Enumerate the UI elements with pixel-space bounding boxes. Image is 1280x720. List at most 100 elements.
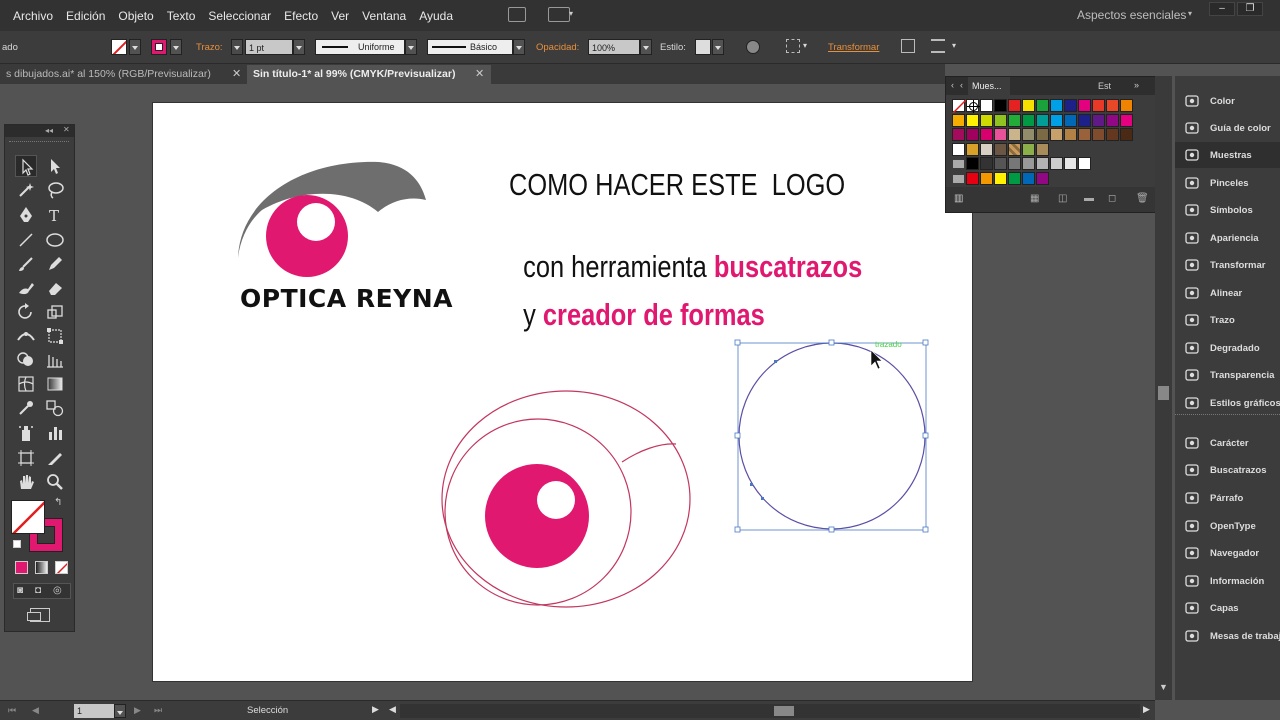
rotate-tool-icon[interactable] [15, 301, 37, 323]
dock-item-symbols[interactable]: Símbolos [1175, 197, 1280, 223]
color-mode-icon[interactable] [15, 561, 28, 574]
first-artboard-icon[interactable]: ⏮ [8, 705, 16, 716]
swatch[interactable] [1064, 128, 1077, 141]
dock-item-stroke[interactable]: Trazo [1175, 307, 1280, 333]
swatch[interactable] [1106, 113, 1119, 127]
swatch-options-icon[interactable]: ◫ [1058, 193, 1067, 204]
swatch[interactable] [1036, 171, 1049, 185]
gradient-mode-icon[interactable] [35, 561, 48, 574]
artboard-tool-icon[interactable] [15, 447, 37, 469]
pencil-tool-icon[interactable] [44, 253, 66, 275]
eyelid-curve[interactable] [621, 443, 677, 463]
drawing-pupil-highlight[interactable] [537, 481, 575, 519]
logo-text[interactable]: OPTICA REYNA [240, 284, 453, 313]
swatch[interactable] [1008, 128, 1021, 141]
magic-wand-tool-icon[interactable] [15, 179, 37, 201]
swatch[interactable] [1036, 99, 1049, 112]
dock-item-color-guide[interactable]: Guía de color [1175, 115, 1280, 141]
panel-prev-icon[interactable]: ‹ [951, 80, 954, 90]
swatch[interactable] [1036, 142, 1049, 156]
draw-inside-icon[interactable]: ◎ [53, 585, 62, 596]
swatch[interactable] [1064, 113, 1077, 127]
swatch-libraries-icon[interactable]: ▥ [954, 193, 963, 204]
swatch[interactable] [980, 128, 993, 141]
draw-behind-icon[interactable]: ◘ [35, 585, 41, 596]
swatch[interactable] [952, 128, 965, 141]
swatch[interactable] [966, 171, 979, 185]
swatch[interactable] [1050, 99, 1063, 112]
slice-tool-icon[interactable] [44, 447, 66, 469]
draw-mode-buttons[interactable]: ◙ ◘ ◎ [13, 583, 71, 599]
perspective-grid-tool-icon[interactable] [44, 349, 66, 371]
h-scroll-left-icon[interactable]: ◀ [389, 704, 396, 715]
dock-scroll-thumb[interactable] [1158, 386, 1169, 400]
dock-item-gradient[interactable]: Degradado [1175, 335, 1280, 361]
horizontal-scrollbar[interactable] [400, 704, 1140, 718]
swatch[interactable] [980, 99, 993, 112]
show-kinds-icon[interactable]: ▦ [1030, 193, 1039, 204]
symbol-sprayer-tool-icon[interactable] [15, 422, 37, 444]
dock-item-appearance[interactable]: Apariencia [1175, 225, 1280, 251]
next-artboard-icon[interactable]: ▶ [134, 705, 141, 716]
blob-brush-tool-icon[interactable] [15, 277, 37, 299]
swatch[interactable] [1120, 128, 1133, 141]
panel-next-icon[interactable]: ‹ [960, 80, 963, 90]
dock-item-layers[interactable]: Capas [1175, 595, 1280, 621]
default-fill-stroke-icon[interactable] [13, 540, 21, 548]
swatch-registration[interactable] [966, 99, 980, 113]
swatch[interactable] [1022, 171, 1035, 185]
swatch[interactable] [1050, 128, 1063, 141]
dock-item-pathfinder[interactable]: Buscatrazos [1175, 457, 1280, 483]
dock-item-color-palette[interactable]: Color [1175, 88, 1280, 114]
dock-item-brush[interactable]: Pinceles [1175, 170, 1280, 196]
swatch-none[interactable] [952, 99, 967, 114]
mesh-tool-icon[interactable] [15, 373, 37, 395]
new-swatch-icon[interactable]: ◻ [1108, 193, 1116, 204]
dock-item-paragraph[interactable]: Párrafo [1175, 485, 1280, 511]
swatch[interactable] [1106, 128, 1119, 141]
swatch[interactable] [1022, 157, 1035, 170]
swatch[interactable] [1008, 157, 1021, 170]
zoom-tool-icon[interactable] [44, 471, 66, 493]
swatch[interactable] [1106, 99, 1119, 112]
swatch[interactable] [994, 113, 1007, 127]
selected-circle[interactable] [738, 342, 926, 530]
swatch[interactable] [1008, 171, 1021, 185]
anchor-points[interactable] [750, 360, 777, 500]
type-tool-icon[interactable]: T [44, 204, 66, 226]
swatch[interactable] [1120, 113, 1133, 127]
swatch[interactable] [1022, 142, 1035, 156]
swatch[interactable] [1022, 113, 1035, 127]
dock-item-navigator[interactable]: Navegador [1175, 540, 1280, 566]
swatch[interactable] [966, 142, 979, 156]
swatch[interactable] [980, 171, 993, 185]
dock-item-graphic-styles[interactable]: Estilos gráficos [1175, 390, 1280, 416]
swatch[interactable] [1036, 113, 1049, 127]
swatch[interactable] [980, 113, 993, 127]
blend-tool-icon[interactable] [44, 397, 66, 419]
swatch[interactable] [952, 113, 965, 127]
h-scroll-right-icon[interactable]: ▶ [1143, 704, 1150, 715]
swatch[interactable] [966, 113, 979, 127]
swatch[interactable] [1078, 113, 1091, 127]
swatch[interactable] [1022, 99, 1035, 112]
width-tool-icon[interactable] [15, 325, 37, 347]
swatch[interactable] [994, 128, 1007, 141]
swatch[interactable] [1078, 99, 1091, 112]
lasso-tool-icon[interactable] [44, 179, 66, 201]
dock-scrollbar[interactable]: ▼ [1155, 76, 1172, 700]
swatch[interactable] [1022, 128, 1035, 141]
swatch[interactable] [1064, 99, 1077, 112]
swatch[interactable] [994, 99, 1007, 112]
hand-tool-icon[interactable] [15, 471, 37, 493]
swatch[interactable] [952, 142, 965, 156]
tab-styles[interactable]: Est [1098, 81, 1111, 91]
heading-line-1[interactable]: COMO HACER ESTE LOGO [509, 167, 845, 203]
free-transform-tool-icon[interactable] [44, 325, 66, 347]
delete-swatch-icon[interactable]: 🗑 [1136, 193, 1149, 204]
swatch[interactable] [1050, 113, 1063, 127]
swatch[interactable] [1078, 157, 1091, 170]
swatch[interactable] [1078, 128, 1091, 141]
tab-swatches[interactable]: Mues... [968, 77, 1010, 95]
fill-color-indicator[interactable] [11, 500, 45, 534]
